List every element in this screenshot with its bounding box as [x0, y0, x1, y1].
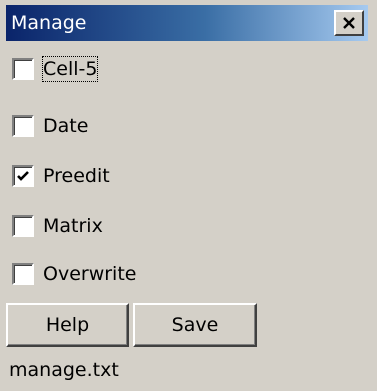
checkbox-label-cell-5[interactable]: Cell-5 [41, 56, 99, 82]
checkbox-label-overwrite[interactable]: Overwrite [43, 262, 136, 286]
help-button[interactable]: Help [6, 303, 129, 347]
checkmark-icon [17, 171, 29, 181]
checkbox-cell-5[interactable] [12, 58, 34, 80]
checkbox-matrix[interactable] [12, 215, 34, 237]
manage-window: Manage Cell-5 Date Preedit Matrix Overwr… [0, 0, 377, 391]
save-button[interactable]: Save [133, 303, 257, 347]
window-title: Manage [11, 12, 87, 34]
checkbox-label-preedit[interactable]: Preedit [43, 164, 110, 188]
checkbox-preedit[interactable] [12, 165, 34, 187]
checkbox-row-cell-5[interactable]: Cell-5 [12, 55, 99, 83]
checkbox-label-matrix[interactable]: Matrix [43, 214, 103, 238]
checkbox-label-date[interactable]: Date [43, 114, 88, 138]
status-filename: manage.txt [9, 359, 119, 381]
close-button[interactable] [334, 10, 364, 36]
checkbox-row-overwrite[interactable]: Overwrite [12, 260, 136, 288]
checkbox-row-matrix[interactable]: Matrix [12, 212, 103, 240]
checkbox-row-preedit[interactable]: Preedit [12, 162, 110, 190]
checkbox-overwrite[interactable] [12, 263, 34, 285]
checkbox-date[interactable] [12, 115, 34, 137]
close-icon [343, 17, 355, 29]
checkbox-row-date[interactable]: Date [12, 112, 88, 140]
title-bar[interactable]: Manage [6, 5, 368, 41]
